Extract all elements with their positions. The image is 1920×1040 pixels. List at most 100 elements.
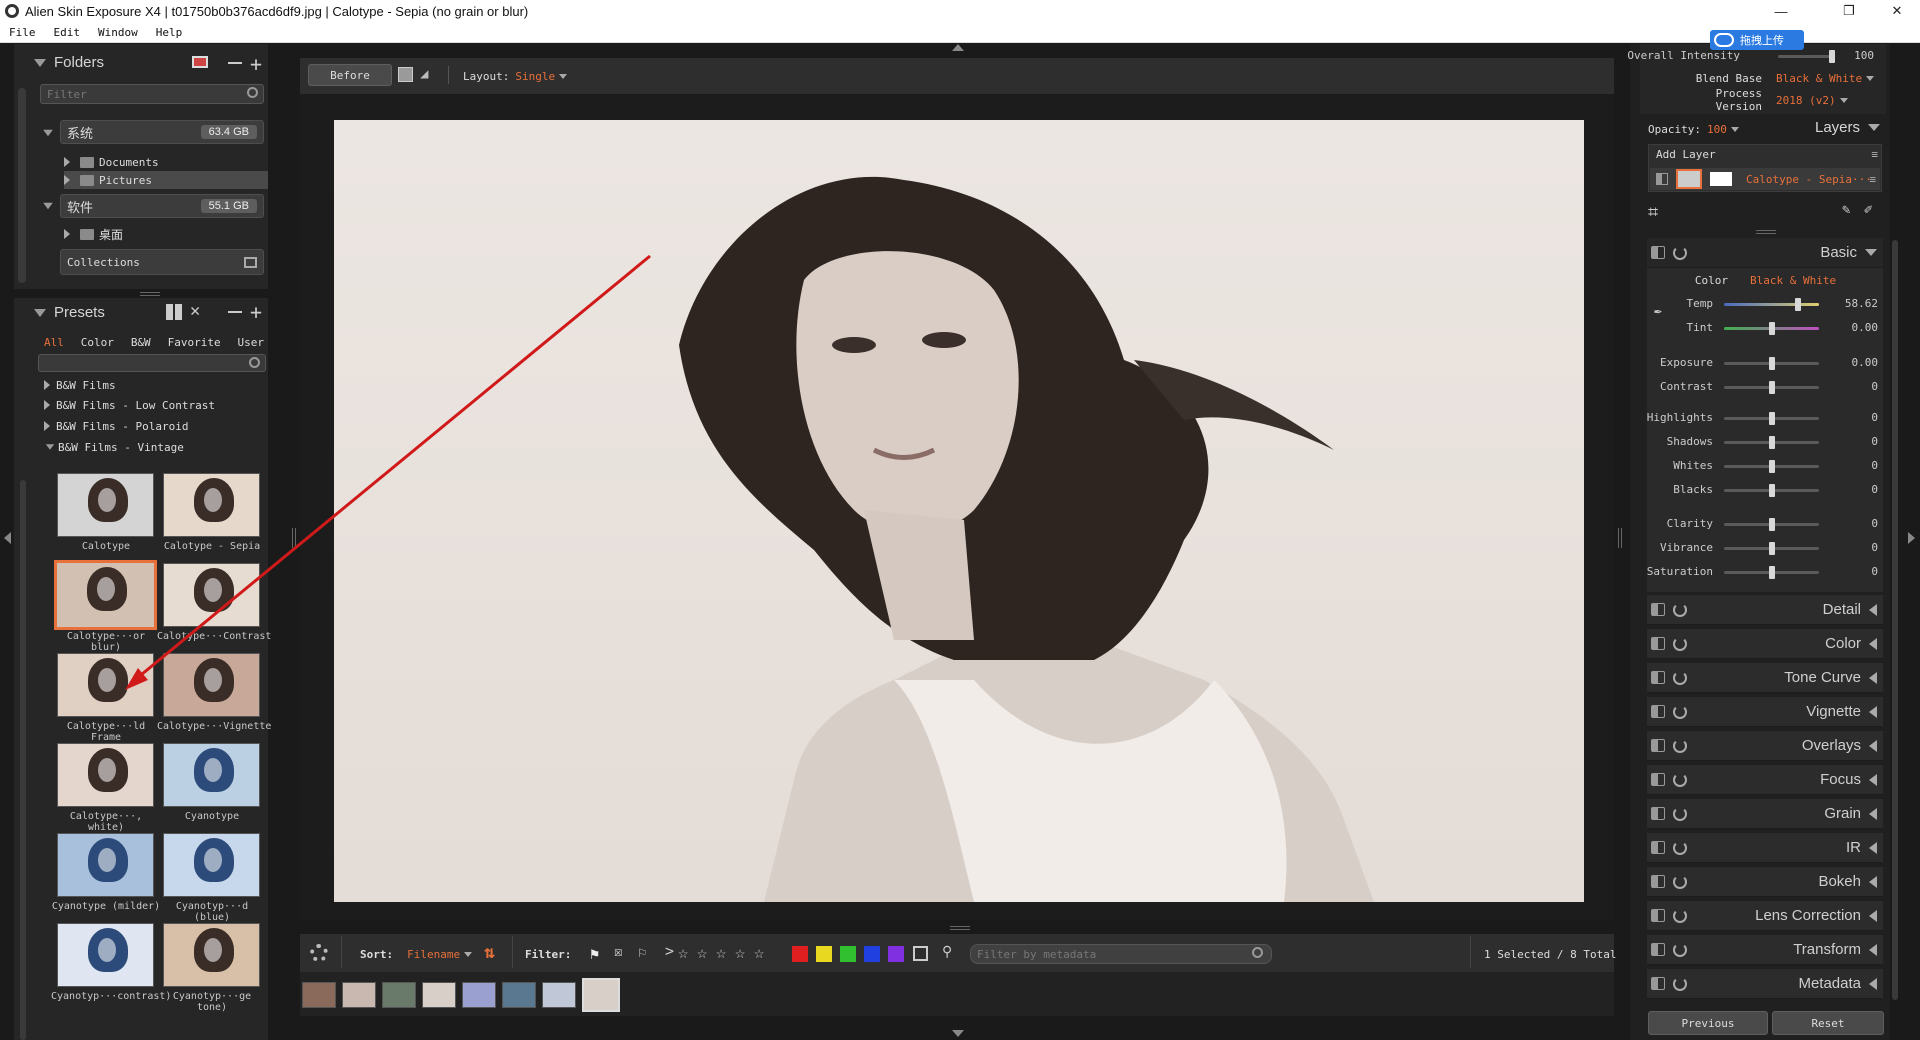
reset-icon[interactable] bbox=[1673, 840, 1687, 855]
section-tone-curve[interactable]: Tone Curve bbox=[1647, 663, 1883, 693]
reset-icon[interactable] bbox=[1673, 806, 1687, 821]
section-bokeh[interactable]: Bokeh bbox=[1647, 867, 1883, 897]
section-ir[interactable]: IR bbox=[1647, 833, 1883, 863]
toggle-icon[interactable] bbox=[1651, 637, 1665, 650]
slider-highlights[interactable]: Highlights 0 bbox=[1647, 409, 1880, 427]
layers-header[interactable]: Layers bbox=[1815, 119, 1881, 136]
reset-icon[interactable] bbox=[1673, 636, 1687, 651]
slider-exposure[interactable]: Exposure 0.00 bbox=[1648, 354, 1880, 372]
slider-contrast[interactable]: Contrast 0 bbox=[1648, 378, 1880, 396]
right-scrollbar[interactable] bbox=[1892, 240, 1898, 1000]
slider-thumb[interactable] bbox=[1795, 298, 1802, 311]
filmstrip-thumbnail[interactable] bbox=[582, 978, 620, 1012]
filmstrip-thumbnail[interactable] bbox=[462, 982, 496, 1008]
toggle-icon[interactable] bbox=[1651, 977, 1665, 990]
toggle-icon[interactable] bbox=[1651, 773, 1665, 786]
color-label-square[interactable] bbox=[888, 946, 904, 962]
pencil-icon[interactable]: ✎ bbox=[1842, 202, 1850, 218]
reset-icon[interactable] bbox=[1673, 942, 1687, 957]
color-label-square[interactable] bbox=[816, 946, 832, 962]
filmstrip-thumbnail[interactable] bbox=[302, 982, 336, 1008]
filter-by-metadata-input[interactable]: Filter by metadata bbox=[970, 944, 1272, 964]
slider-thumb[interactable] bbox=[1768, 460, 1775, 473]
basic-section-header[interactable]: Basic bbox=[1647, 238, 1883, 268]
star-filter-icon[interactable]: ☆ bbox=[697, 943, 707, 963]
section-transform[interactable]: Transform bbox=[1647, 935, 1883, 965]
reset-icon[interactable] bbox=[1673, 704, 1687, 719]
layer-visibility-icon[interactable] bbox=[1656, 173, 1668, 185]
upload-badge[interactable]: 拖拽上传 bbox=[1710, 30, 1804, 50]
slider-thumb[interactable] bbox=[1768, 381, 1775, 394]
section-overlays[interactable]: Overlays bbox=[1647, 731, 1883, 761]
color-label-square[interactable] bbox=[864, 946, 880, 962]
previous-button[interactable]: Previous bbox=[1648, 1011, 1768, 1035]
filmstrip-resize-handle[interactable] bbox=[950, 926, 970, 930]
sort-selector[interactable]: Sort: Filename bbox=[360, 946, 473, 962]
metadata-search-icon[interactable]: ⚲ bbox=[942, 944, 952, 960]
toggle-icon[interactable] bbox=[1651, 671, 1665, 684]
crop-icon[interactable]: ⌗ bbox=[1648, 202, 1658, 223]
blend-base-selector[interactable]: Blend Base Black & White bbox=[1664, 70, 1884, 86]
slider-thumb[interactable] bbox=[1768, 436, 1775, 449]
color-mode-selector[interactable]: Color Black & White bbox=[1648, 272, 1880, 288]
slider-thumb[interactable] bbox=[1768, 566, 1775, 579]
toggle-icon[interactable] bbox=[1651, 875, 1665, 888]
reset-icon[interactable] bbox=[1673, 874, 1687, 889]
process-version-selector[interactable]: Process Version 2018 (v2) bbox=[1664, 87, 1884, 113]
slider-thumb[interactable] bbox=[1829, 50, 1835, 63]
slider-thumb[interactable] bbox=[1768, 484, 1775, 497]
slider-tint[interactable]: Tint 0.00 bbox=[1648, 319, 1880, 337]
gear-icon[interactable] bbox=[310, 944, 328, 962]
greater-than-icon[interactable]: > bbox=[665, 942, 674, 960]
section-color[interactable]: Color bbox=[1647, 629, 1883, 659]
slider-thumb[interactable] bbox=[1768, 412, 1775, 425]
slider-clarity[interactable]: Clarity 0 bbox=[1648, 515, 1880, 533]
section-detail[interactable]: Detail bbox=[1647, 595, 1883, 625]
reset-icon[interactable] bbox=[1673, 602, 1687, 617]
brush-icon[interactable]: ✐ bbox=[1864, 202, 1872, 218]
filmstrip-thumbnail[interactable] bbox=[542, 982, 576, 1008]
unflag-icon[interactable]: ⚐ bbox=[638, 945, 654, 961]
color-label-square[interactable] bbox=[792, 946, 808, 962]
filmstrip-thumbnail[interactable] bbox=[382, 982, 416, 1008]
slider-temp[interactable]: Temp 58.62 bbox=[1648, 295, 1880, 313]
star-filter-icon[interactable]: ☆ bbox=[754, 943, 764, 963]
slider-thumb[interactable] bbox=[1768, 357, 1775, 370]
slider-thumb[interactable] bbox=[1768, 518, 1775, 531]
filmstrip-thumbnail[interactable] bbox=[502, 982, 536, 1008]
reset-icon[interactable] bbox=[1673, 738, 1687, 753]
slider-vibrance[interactable]: Vibrance 0 bbox=[1648, 539, 1880, 557]
reset-icon[interactable] bbox=[1673, 772, 1687, 787]
toggle-icon[interactable] bbox=[1651, 807, 1665, 820]
reset-icon[interactable] bbox=[1673, 908, 1687, 923]
toggle-icon[interactable] bbox=[1651, 739, 1665, 752]
reset-icon[interactable] bbox=[1673, 670, 1687, 685]
panel-resize-handle[interactable] bbox=[1756, 230, 1776, 234]
layer-row[interactable]: Calotype - Sepia··· ≡ bbox=[1650, 168, 1880, 190]
slider-thumb[interactable] bbox=[1768, 542, 1775, 555]
star-filter-icon[interactable]: ☆ bbox=[735, 943, 745, 963]
reject-icon[interactable]: ☒ bbox=[614, 944, 630, 960]
slider-shadows[interactable]: Shadows 0 bbox=[1648, 433, 1880, 451]
slider-saturation[interactable]: Saturation 0 bbox=[1647, 563, 1880, 581]
toggle-icon[interactable] bbox=[1651, 246, 1665, 259]
star-filter-icon[interactable]: ☆ bbox=[678, 943, 688, 963]
section-lens-correction[interactable]: Lens Correction bbox=[1647, 901, 1883, 931]
toggle-icon[interactable] bbox=[1651, 909, 1665, 922]
color-label-square[interactable] bbox=[840, 946, 856, 962]
star-filter-icon[interactable]: ☆ bbox=[716, 943, 726, 963]
sort-order-icon[interactable]: ⇅ bbox=[484, 942, 495, 963]
toggle-icon[interactable] bbox=[1651, 705, 1665, 718]
add-layer-button[interactable]: Add Layer ≡ bbox=[1656, 146, 1882, 162]
filmstrip-thumbnail[interactable] bbox=[342, 982, 376, 1008]
filmstrip-thumbnail[interactable] bbox=[422, 982, 456, 1008]
reset-button[interactable]: Reset bbox=[1772, 1011, 1884, 1035]
flag-icon[interactable]: ⚑ bbox=[590, 945, 606, 963]
slider-whites[interactable]: Whites 0 bbox=[1648, 457, 1880, 475]
no-color-filter[interactable] bbox=[913, 946, 928, 961]
reset-icon[interactable] bbox=[1673, 976, 1687, 991]
reset-icon[interactable] bbox=[1673, 245, 1687, 260]
toggle-icon[interactable] bbox=[1651, 943, 1665, 956]
section-vignette[interactable]: Vignette bbox=[1647, 697, 1883, 727]
section-metadata[interactable]: Metadata bbox=[1647, 969, 1883, 999]
